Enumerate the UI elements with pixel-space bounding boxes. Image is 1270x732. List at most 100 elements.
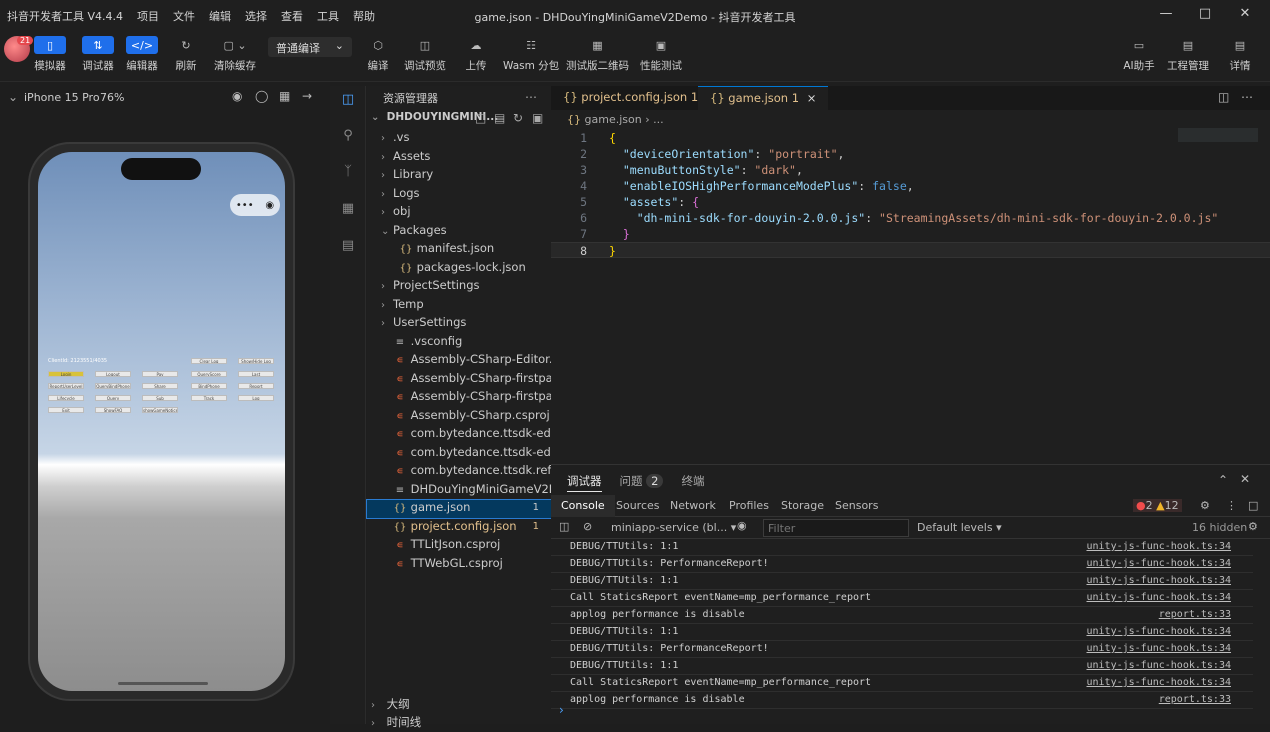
tree-file[interactable]: {} packages-lock.json [367,260,551,278]
game-button-exit[interactable]: Exit [48,407,84,413]
log-source-link[interactable]: unity-js-func-hook.ts:34 [1087,556,1232,572]
minimap[interactable] [1178,128,1258,142]
outline-section[interactable]: › 大纲 [367,696,551,714]
breadcrumb-file[interactable]: game.json [585,113,642,126]
tree-file[interactable]: {} manifest.json [367,241,551,259]
eye-icon[interactable]: ◉ [737,519,747,532]
split-editor-icon[interactable]: ◫ [1218,90,1229,104]
tab-profiles[interactable]: Profiles [729,499,769,512]
tab-game-json[interactable]: {} game.json 1 × [698,86,829,110]
tree-file[interactable]: ∊ Assembly-CSharp.csproj [367,408,551,426]
simulator-button[interactable]: ▯ 模拟器 [34,36,66,73]
tree-folder[interactable]: ⌄ Packages [367,223,551,241]
close-icon[interactable]: ✕ [1235,6,1255,26]
game-button-show-hide-log[interactable]: Show/Hide Log [238,358,274,364]
editor-more-icon[interactable]: ⋯ [1241,90,1253,104]
tab-console[interactable]: Console [551,495,615,517]
project-management-button[interactable]: ▤ 工程管理 [1167,36,1209,73]
zoom-select[interactable]: 76% [100,91,124,104]
tree-file[interactable]: ≡ .vsconfig [367,334,551,352]
tab-problems[interactable]: 问题 2 [620,473,664,492]
rotate-icon[interactable]: ◉ [232,89,242,103]
tree-file[interactable]: ∊ Assembly-CSharp-firstpass.csp... [367,371,551,389]
tree-file[interactable]: ∊ com.bytedance.ttsdk.ref.csproj [367,463,551,481]
menu-capsule[interactable]: ••• ◉ [230,194,280,216]
log-source-link[interactable]: unity-js-func-hook.ts:34 [1087,658,1232,674]
tab-sensors[interactable]: Sensors [835,499,878,512]
upload-button[interactable]: ☁ 上传 [460,36,492,73]
game-button-pay[interactable]: Pay [142,371,178,377]
tree-file[interactable]: ∊ TTLitJson.csproj [367,537,551,555]
game-button-last[interactable]: Last [238,371,274,377]
new-file-icon[interactable]: □ [475,111,486,125]
dock-icon[interactable]: □ [1248,499,1258,512]
game-button-logout[interactable]: Logout [95,371,131,377]
tab-debugger[interactable]: 调试器 [567,473,602,492]
game-screen[interactable]: ••• ◉ ClientId: 2123551/4035 Login Logou… [38,152,285,691]
timeline-section[interactable]: › 时间线 [367,714,551,732]
log-source-link[interactable]: report.ts:33 [1159,607,1231,623]
context-select[interactable]: miniapp-service (bl... ▾ [611,521,736,534]
tree-file[interactable]: ∊ com.bytedance.ttsdk-editor.cs... [367,426,551,444]
tree-file[interactable]: ∊ TTWebGL.csproj [367,556,551,574]
device-chevron-icon[interactable]: ⌄ [8,90,18,104]
source-control-icon[interactable]: ᛉ [338,164,358,184]
record-icon[interactable]: ◯ [255,89,268,103]
popout-icon[interactable]: → [302,89,312,103]
search-icon[interactable]: ⚲ [338,128,358,148]
ai-assistant-button[interactable]: ▭ AI助手 [1123,36,1155,73]
more-icon[interactable]: ••• [236,200,254,211]
tree-folder[interactable]: › .vs [367,130,551,148]
editor-button[interactable]: </> 编辑器 [126,36,158,73]
close-panel-icon[interactable]: ✕ [1240,472,1250,486]
issue-counter[interactable]: ●2 ▲12 [1133,499,1182,512]
tab-network[interactable]: Network [670,499,716,512]
tree-folder[interactable]: › Library [367,167,551,185]
refresh-button[interactable]: ↻ 刷新 [170,36,202,73]
game-button-query-bind-phone[interactable]: QueryBindPhone [95,383,131,389]
game-button-sub[interactable]: Sub [142,395,178,401]
explorer-icon[interactable]: ◫ [338,92,358,112]
tree-file[interactable]: ∊ Assembly-CSharp-Editor.csproj [367,352,551,370]
minimize-icon[interactable]: — [1156,6,1176,26]
panel-icon[interactable]: ▤ [338,238,358,258]
game-button-track[interactable]: Track [191,395,227,401]
game-button-report[interactable]: Report [238,383,274,389]
new-folder-icon[interactable]: ▤ [494,111,505,125]
game-button-share[interactable]: Share [142,383,178,389]
game-button-lifecycle[interactable]: Lifecycle [48,395,84,401]
log-source-link[interactable]: report.ts:33 [1159,692,1231,708]
log-source-link[interactable]: unity-js-func-hook.ts:34 [1087,539,1232,555]
collapse-all-icon[interactable]: ▣ [532,111,543,125]
device-select[interactable]: iPhone 15 Pro [24,91,100,104]
settings-icon[interactable]: ⚙ [1200,499,1210,512]
log-source-link[interactable]: unity-js-func-hook.ts:34 [1087,624,1232,640]
compile-mode-select[interactable]: 普通编译 ⌄ [268,37,352,57]
extensions-icon[interactable]: ▦ [338,201,358,221]
game-button-show-faq[interactable]: ShowFAQ [95,407,131,413]
refresh-explorer-icon[interactable]: ↻ [513,111,523,125]
explorer-root[interactable]: ⌄ DHDOUYINGMINI... [367,111,551,129]
tree-folder[interactable]: › Assets [367,149,551,167]
game-button-bind-phone[interactable]: BindPhone [191,383,227,389]
code-view[interactable]: 1{ 2 "deviceOrientation": "portrait", 3 … [551,130,1270,258]
tab-terminal[interactable]: 终端 [681,473,704,492]
tree-file[interactable]: {} project.config.json 1 [367,519,551,537]
game-button-clear-log[interactable]: Clear Log [191,358,227,364]
maximize-icon[interactable]: □ [1195,6,1215,26]
tree-folder[interactable]: › obj [367,204,551,222]
compile-button[interactable]: ⬡ 编译 [362,36,394,73]
game-button-query[interactable]: Query [95,395,131,401]
tree-folder[interactable]: › Temp [367,297,551,315]
log-source-link[interactable]: unity-js-func-hook.ts:34 [1087,641,1232,657]
console-prompt[interactable]: › [559,703,564,717]
levels-select[interactable]: Default levels ▾ [917,521,1002,534]
filter-input[interactable] [763,519,909,537]
tree-folder[interactable]: › ProjectSettings [367,278,551,296]
details-button[interactable]: ▤ 详情 [1224,36,1256,73]
tree-folder[interactable]: › UserSettings [367,315,551,333]
clear-cache-button[interactable]: ▢ ⌄ 清除缓存 [214,36,256,73]
sidebar-toggle-icon[interactable]: ◫ [559,520,569,533]
tree-file[interactable]: ∊ com.bytedance.ttsdk-editor.cs... [367,445,551,463]
game-button-show-game-notice[interactable]: showGameNotice [142,407,178,413]
